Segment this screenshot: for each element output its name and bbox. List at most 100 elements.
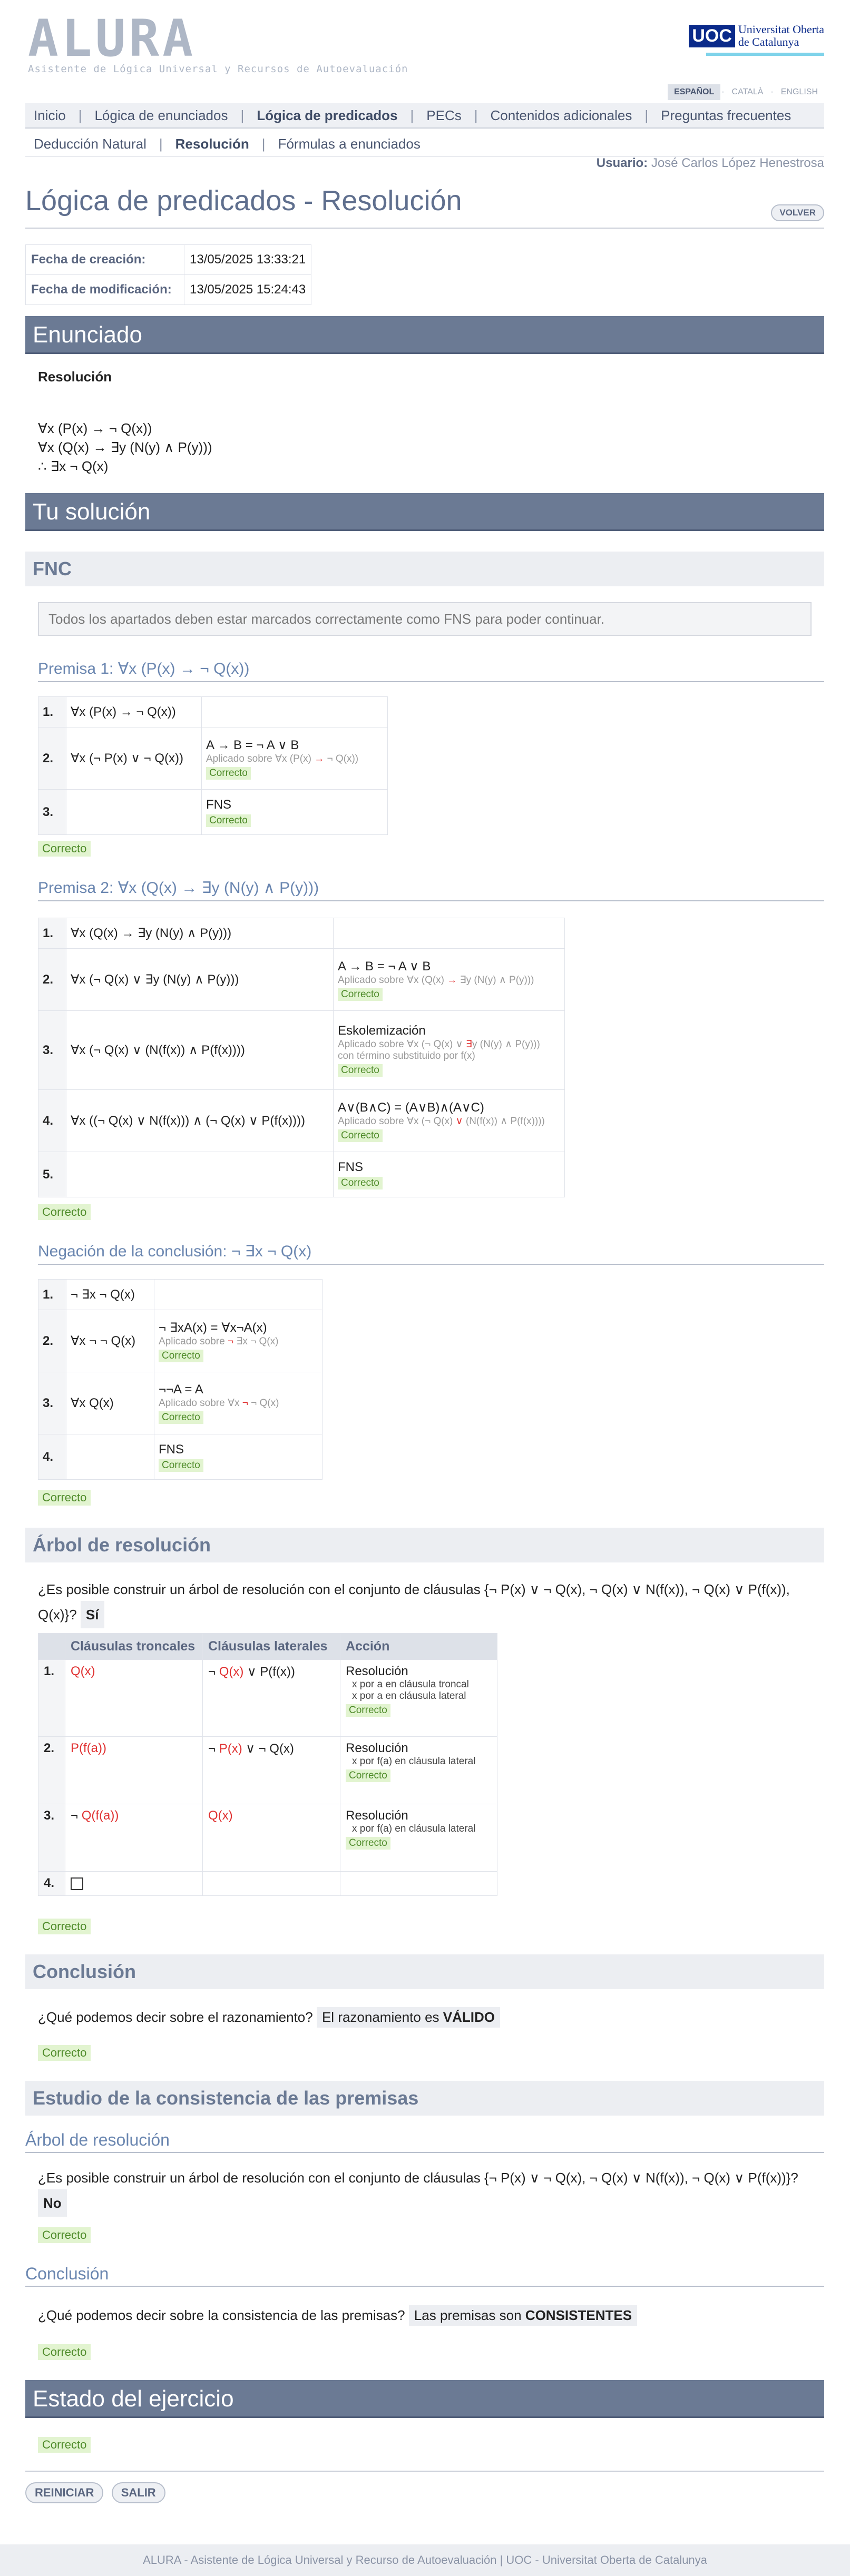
conclusion-question: ¿Qué podemos decir sobre el razonamiento… (38, 2007, 500, 2028)
applied-prefix: Aplicado sobre (159, 1398, 228, 1409)
applied-prefix: Aplicado sobre (206, 753, 275, 764)
consistency-tree-status: Correcto (38, 2226, 91, 2243)
correct-badge: Correcto (38, 2045, 91, 2061)
premise1-status: Correcto (38, 840, 91, 857)
rule-extra: con término substituido por f(x) (338, 1050, 475, 1061)
action-name: Resolución (346, 1664, 408, 1678)
tree-action: Resolución x por f(a) en cláusula latera… (340, 1804, 497, 1872)
step-rule: Eskolemización Aplicado sobre ∀x (¬ Q(x)… (333, 1010, 565, 1090)
step-formula (66, 1152, 334, 1197)
tree-answer[interactable]: Sí (80, 1601, 104, 1628)
restart-button[interactable]: REINICIAR (25, 2482, 104, 2503)
consistency-conclusion-status: Correcto (38, 2343, 91, 2360)
correct-badge: Correcto (159, 1459, 203, 1472)
rule-applied: Aplicado sobre ∀x ¬ ¬ Q(x) (159, 1397, 318, 1409)
premise-1: ∀x (P(x) → ¬ Q(x)) (38, 420, 152, 436)
lang-ca[interactable]: CATALÀ (726, 84, 770, 100)
conclusion-heading: Conclusión (25, 1954, 824, 1989)
step-formula: ∀x (¬ Q(x) ∨ (N(f(x)) ∧ P(f(x)))) (66, 1010, 334, 1090)
applied-operator: ∃ (465, 1039, 472, 1050)
tree-action: Resolución x por f(a) en cláusula latera… (340, 1736, 497, 1804)
rule-name: ¬¬A = A (159, 1382, 203, 1397)
tree-row-number: 4. (38, 1871, 65, 1896)
enunciado-formulas: ∀x (P(x) → ¬ Q(x)) ∀x (Q(x) → ∃y (N(y) ∧… (38, 419, 212, 476)
applied-operator: → (314, 753, 325, 764)
step-formula: ∀x ((¬ Q(x) ∨ N(f(x))) ∧ (¬ Q(x) ∨ P(f(x… (66, 1089, 334, 1152)
applied-part: ∀x (¬ Q(x) (406, 1115, 456, 1127)
applied-prefix: Aplicado sobre (159, 1335, 228, 1347)
exit-button[interactable]: SALIR (111, 2482, 165, 2503)
nav-inicio[interactable]: Inicio (34, 107, 66, 124)
applied-part: ∀x (¬ Q(x) ∨ (406, 1039, 466, 1050)
conclusion: ∴ ∃x ¬ Q(x) (38, 458, 109, 474)
rule-applied: Aplicado sobre ¬ ∃x ¬ Q(x) (159, 1335, 318, 1348)
applied-part: ∃y (N(y) ∧ P(y))) (457, 974, 534, 986)
premise2-title: Premisa 2: ∀x (Q(x) → ∃y (N(y) ∧ P(y))) (38, 879, 824, 901)
premise1-table: 1. ∀x (P(x) → ¬ Q(x)) 2. ∀x (¬ P(x) ∨ ¬ … (38, 696, 388, 835)
correct-badge: Correcto (38, 841, 91, 857)
consistency-conclusion-question-text: ¿Qué podemos decir sobre la consistencia… (38, 2307, 405, 2323)
section-enunciado: Enunciado (25, 316, 824, 354)
clause-literal: P(f(a)) (71, 1741, 106, 1755)
lang-en[interactable]: ENGLISH (775, 84, 824, 100)
nav-contenidos[interactable]: Contenidos adicionales (491, 107, 632, 124)
step-formula (66, 1434, 154, 1480)
nav-logica-enunciados[interactable]: Lógica de enunciados (94, 107, 228, 124)
subnav-resolucion[interactable]: Resolución (175, 136, 249, 152)
answer-value: CONSISTENTES (525, 2307, 632, 2323)
nav-faq[interactable]: Preguntas frecuentes (661, 107, 791, 124)
user-label: Usuario: (596, 156, 648, 170)
correct-badge: Correcto (338, 988, 383, 1001)
applied-prefix: Aplicado sobre (338, 1115, 407, 1127)
correct-badge: Correcto (38, 1490, 91, 1506)
clause-prefix: ¬ (208, 1742, 219, 1756)
step-number: 1. (38, 918, 66, 949)
clause-rest: ∨ ¬ Q(x) (242, 1742, 294, 1756)
correct-badge: Correcto (346, 1704, 390, 1717)
alura-logo[interactable]: ALURA Asistente de Lógica Universal y Re… (28, 13, 408, 75)
applied-part: ∀x (Q(x) (406, 974, 447, 986)
substitution: x por f(a) en cláusula lateral (352, 1756, 476, 1767)
substitution: x por a en cláusula lateral (352, 1690, 466, 1702)
applied-part: y (N(y) ∧ P(y))) (472, 1039, 540, 1050)
clause-literal: Q(x) (71, 1664, 95, 1678)
subnav-formulas[interactable]: Fórmulas a enunciados (278, 136, 421, 152)
back-button[interactable]: VOLVER (771, 204, 824, 221)
conclusion-answer[interactable]: El razonamiento es VÁLIDO (316, 2007, 500, 2028)
dates-table: Fecha de creación: 13/05/2025 13:33:21 Fe… (25, 244, 312, 305)
buttons-divider (25, 2471, 824, 2472)
step-rule: A → B = ¬ A ∨ B Aplicado sobre ∀x (P(x) … (201, 727, 388, 790)
uoc-mark: UOC (689, 24, 735, 47)
answer-prefix: Las premisas son (414, 2307, 525, 2323)
status-badge: Correcto (38, 2437, 91, 2453)
negation-status: Correcto (38, 1489, 91, 1506)
consistency-answer[interactable]: No (38, 2189, 67, 2217)
subnav-deduccion[interactable]: Deducción Natural (34, 136, 146, 152)
step-number: 1. (38, 1279, 66, 1310)
step-rule (201, 696, 388, 727)
step-formula: ∀x (¬ Q(x) ∨ ∃y (N(y) ∧ P(y))) (66, 948, 334, 1011)
step-number: 2. (38, 727, 66, 790)
exercise-status: Correcto (38, 2436, 91, 2453)
lang-es[interactable]: ESPAÑOL (668, 84, 721, 100)
negation-table: 1. ¬ ∃x ¬ Q(x) 2. ∀x ¬ ¬ Q(x) ¬ ∃xA(x) =… (38, 1279, 323, 1480)
step-rule: A∨(B∧C) = (A∨B)∧(A∨C) Aplicado sobre ∀x … (333, 1089, 565, 1152)
clause-literal: P(x) (219, 1742, 242, 1756)
step-rule: FNS Correcto (154, 1434, 323, 1480)
trunk-clause: P(f(a)) (65, 1736, 203, 1804)
empty-clause (65, 1871, 203, 1896)
uoc-logo[interactable]: UOC Universitat Oberta de Catalunya (689, 23, 824, 48)
step-number: 4. (38, 1089, 66, 1152)
nav-logica-predicados[interactable]: Lógica de predicados (257, 107, 397, 124)
nav-pecs[interactable]: PECs (426, 107, 461, 124)
lateral-clause (202, 1871, 340, 1896)
consistency-conclusion-answer[interactable]: Las premisas son CONSISTENTES (408, 2305, 638, 2326)
clause-rest: ∨ P(f(x)) (243, 1665, 295, 1679)
title-divider (25, 228, 824, 229)
correct-badge: Correcto (159, 1349, 203, 1362)
clause-literal: Q(f(a)) (81, 1808, 119, 1823)
uoc-name: Universitat Oberta de Catalunya (738, 23, 824, 48)
correct-badge: Correcto (38, 1919, 91, 1934)
sub-nav: Deducción Natural | Resolución | Fórmulas … (25, 132, 824, 156)
step-rule: FNS Correcto (333, 1152, 565, 1197)
